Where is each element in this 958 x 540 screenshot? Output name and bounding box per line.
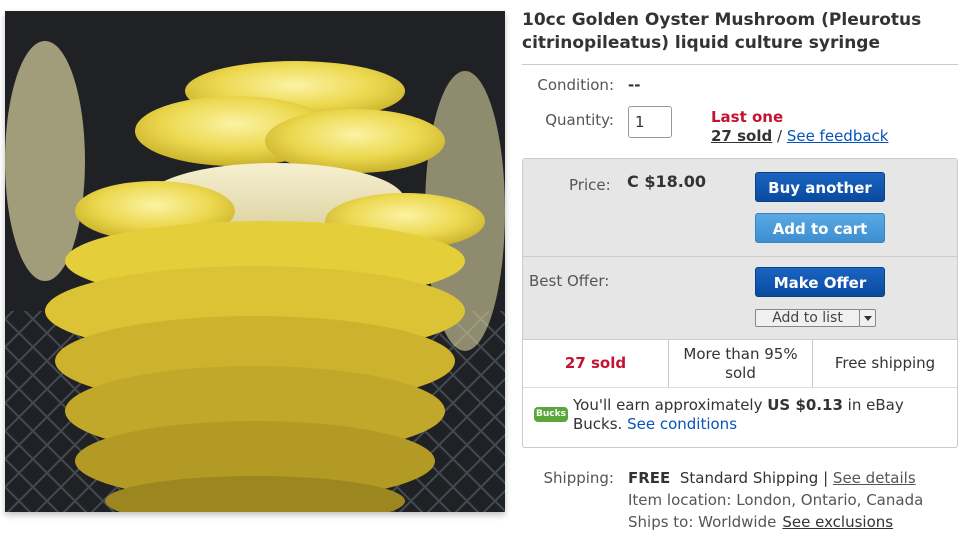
golden-oyster-mushroom-photo xyxy=(5,11,505,512)
add-to-cart-button[interactable]: Add to cart xyxy=(755,213,885,243)
free-shipping-stat: Free shipping xyxy=(834,354,936,372)
stats-row: 27 sold More than 95% sold Free shipping xyxy=(523,339,957,388)
last-one-alert: Last one xyxy=(711,108,784,126)
sold-stat: 27 sold xyxy=(523,340,669,387)
condition-label: Condition: xyxy=(537,76,614,94)
bucks-amount: US $0.13 xyxy=(767,396,843,414)
chevron-down-icon[interactable] xyxy=(859,309,876,327)
see-exclusions-link[interactable]: See exclusions xyxy=(782,513,893,531)
best-offer-label: Best Offer: xyxy=(529,272,610,290)
price-label: Price: xyxy=(569,176,611,194)
price-box: Price: C $18.00 Buy another Add to cart … xyxy=(522,158,958,448)
make-offer-button[interactable]: Make Offer xyxy=(755,267,885,297)
shipping-label: Shipping: xyxy=(543,469,615,487)
ships-to-text: Ships to: Worldwide xyxy=(628,513,777,531)
item-location: Item location: London, Ontario, Canada xyxy=(628,491,924,509)
listing-title: 10cc Golden Oyster Mushroom (Pleurotus c… xyxy=(522,10,922,53)
separator: / xyxy=(772,127,787,145)
shipping-line: FREE Standard Shipping | See details xyxy=(628,469,916,487)
see-feedback-link[interactable]: See feedback xyxy=(787,127,889,145)
quantity-input[interactable] xyxy=(628,106,672,138)
bucks-text-before: You'll earn approximately xyxy=(573,396,768,414)
ebay-bucks-icon: Bucks xyxy=(534,407,568,422)
buy-another-button[interactable]: Buy another xyxy=(755,172,885,202)
product-image[interactable] xyxy=(5,11,505,512)
price-value: C $18.00 xyxy=(627,172,707,191)
see-conditions-link[interactable]: See conditions xyxy=(627,415,737,433)
see-details-link[interactable]: See details xyxy=(833,469,916,487)
ebay-bucks-message: You'll earn approximately US $0.13 in eB… xyxy=(573,396,953,434)
add-to-list-button[interactable]: Add to list xyxy=(755,309,860,327)
quantity-label: Quantity: xyxy=(545,111,614,129)
shipping-separator: | xyxy=(823,469,829,487)
divider xyxy=(522,64,958,65)
condition-value: -- xyxy=(628,76,641,94)
shipping-method: Standard Shipping xyxy=(679,469,819,487)
price-box-divider xyxy=(523,256,957,257)
sold-feedback-line: 27 sold / See feedback xyxy=(711,127,888,145)
ships-to-line: Ships to: Worldwide See exclusions xyxy=(628,513,893,531)
sell-through-stat: More than 95% sold xyxy=(669,340,813,387)
shipping-free: FREE xyxy=(628,469,671,487)
sold-count-link[interactable]: 27 sold xyxy=(711,127,772,145)
